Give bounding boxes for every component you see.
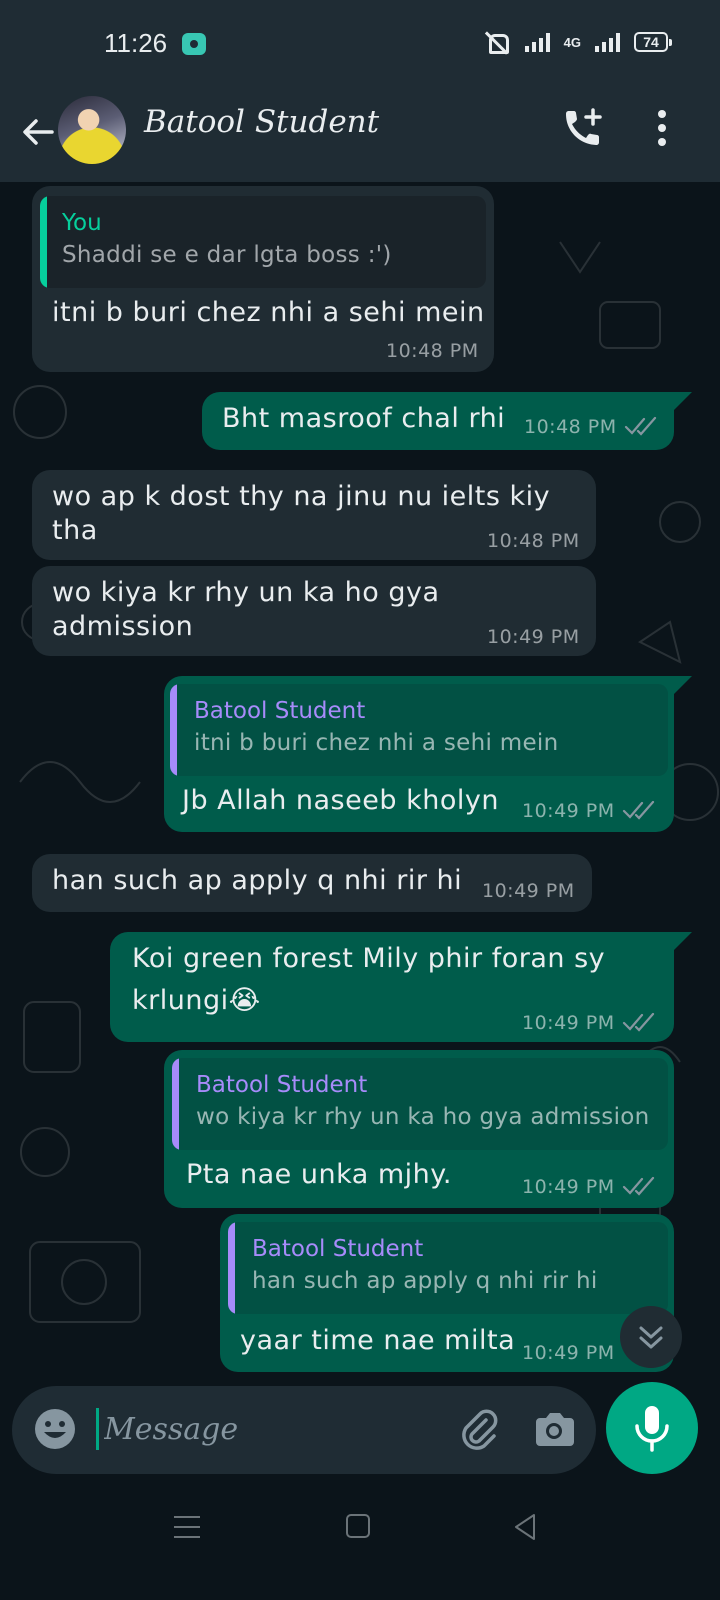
message-time: 10:49 PM <box>522 800 615 822</box>
text-cursor <box>96 1408 99 1450</box>
notification-app-icon <box>182 33 206 55</box>
camera-icon[interactable] <box>530 1406 578 1454</box>
message-text: han such ap apply q nhi rir hi <box>52 865 463 896</box>
status-icons: 4G 74 <box>483 30 672 54</box>
quoted-message[interactable]: Batool Student han such ap apply q nhi r… <box>228 1222 668 1314</box>
message-time: 10:48 PM <box>487 530 580 552</box>
message-time: 10:48 PM <box>386 340 479 362</box>
quote-author: Batool Student <box>252 1236 424 1262</box>
message-outgoing[interactable]: Batool Student itni b buri chez nhi a se… <box>164 676 674 832</box>
message-time: 10:49 PM <box>487 626 580 648</box>
message-text: Bht masroof chal rhi <box>222 403 506 434</box>
quote-author: Batool Student <box>194 698 366 724</box>
status-time: 11:26 <box>104 28 168 58</box>
message-outgoing[interactable]: Koi green forest Mily phir foran sy krlu… <box>110 932 674 1042</box>
message-text-line-2: tha <box>52 515 98 546</box>
more-options-icon[interactable] <box>652 106 672 150</box>
quoted-message[interactable]: Batool Student wo kiya kr rhy un ka ho g… <box>172 1058 668 1150</box>
bubble-tail <box>674 932 692 950</box>
attach-icon[interactable] <box>456 1406 504 1454</box>
quote-text: itni b buri chez nhi a sehi mein <box>194 730 559 756</box>
quote-author: You <box>62 210 102 236</box>
bubble-tail <box>674 392 692 410</box>
quote-bar <box>228 1222 235 1314</box>
message-text-line-2: admission <box>52 611 194 642</box>
message-text: itni b buri chez nhi a sehi mein <box>52 297 485 328</box>
scroll-down-icon <box>639 1326 663 1349</box>
back-nav-icon[interactable] <box>510 1512 540 1542</box>
quote-bar <box>172 1058 179 1150</box>
battery-icon: 74 <box>634 32 672 52</box>
double-check-icon <box>624 416 657 436</box>
contact-name[interactable]: Batool Student <box>144 104 379 140</box>
network-type: 4G <box>563 34 581 50</box>
double-check-icon <box>622 1012 655 1032</box>
message-text: Jb Allah naseeb kholyn <box>182 785 499 816</box>
system-nav-bar <box>0 1482 720 1600</box>
quoted-message[interactable]: Batool Student itni b buri chez nhi a se… <box>170 684 668 776</box>
quote-bar <box>170 684 177 776</box>
message-outgoing[interactable]: Batool Student han such ap apply q nhi r… <box>220 1214 674 1372</box>
quote-text: wo kiya kr rhy un ka ho gya admission <box>196 1104 650 1130</box>
message-time: 10:48 PM <box>524 416 617 438</box>
message-text: Pta nae unka mjhy. <box>186 1159 452 1190</box>
message-text-line-2: krlungi😭 <box>132 985 261 1016</box>
mute-icon <box>483 30 511 54</box>
message-time: 10:49 PM <box>522 1342 615 1364</box>
home-icon[interactable] <box>346 1514 370 1538</box>
message-time: 10:49 PM <box>482 880 575 902</box>
message-incoming[interactable]: han such ap apply q nhi rir hi 10:49 PM <box>32 854 592 912</box>
quote-bar <box>40 196 47 288</box>
message-input[interactable] <box>104 1404 424 1454</box>
chat-header: Batool Student <box>0 90 720 182</box>
quote-text: Shaddi se e dar lgta boss :') <box>62 242 392 268</box>
signal-icon-2 <box>595 32 620 52</box>
bubble-tail <box>674 676 692 694</box>
message-text-line-1: wo kiya kr rhy un ka ho gya <box>52 577 440 608</box>
double-check-icon <box>622 800 655 820</box>
message-text-line-1: Koi green forest Mily phir foran sy <box>132 943 606 974</box>
status-bar: 11:26 4G 74 <box>0 0 720 90</box>
message-time: 10:49 PM <box>522 1012 615 1034</box>
chat-area[interactable]: You Shaddi se e dar lgta boss :') itni b… <box>0 182 720 1482</box>
recent-apps-icon[interactable] <box>174 1514 200 1540</box>
message-text: yaar time nae milta <box>240 1325 516 1356</box>
message-text-line-1: wo ap k dost thy na jinu nu ielts kiy <box>52 481 551 512</box>
scroll-down-button[interactable] <box>620 1306 682 1368</box>
message-composer <box>12 1386 596 1474</box>
double-check-icon <box>622 1176 655 1196</box>
message-incoming[interactable]: wo ap k dost thy na jinu nu ielts kiy th… <box>32 470 596 560</box>
quote-author: Batool Student <box>196 1072 368 1098</box>
message-incoming[interactable]: wo kiya kr rhy un ka ho gya admission 10… <box>32 566 596 656</box>
mic-button[interactable] <box>606 1382 698 1474</box>
message-outgoing[interactable]: Batool Student wo kiya kr rhy un ka ho g… <box>164 1050 674 1208</box>
emoji-icon[interactable] <box>32 1406 78 1452</box>
avatar[interactable] <box>58 96 126 164</box>
message-outgoing[interactable]: Bht masroof chal rhi 10:48 PM <box>202 392 674 450</box>
add-call-icon[interactable] <box>560 106 604 150</box>
message-incoming[interactable]: You Shaddi se e dar lgta boss :') itni b… <box>32 186 494 372</box>
signal-icon <box>524 32 550 52</box>
quote-text: han such ap apply q nhi rir hi <box>252 1268 598 1294</box>
mic-icon <box>635 1406 669 1452</box>
quoted-message[interactable]: You Shaddi se e dar lgta boss :') <box>40 196 486 288</box>
back-arrow-icon[interactable] <box>18 112 58 152</box>
message-time: 10:49 PM <box>522 1176 615 1198</box>
